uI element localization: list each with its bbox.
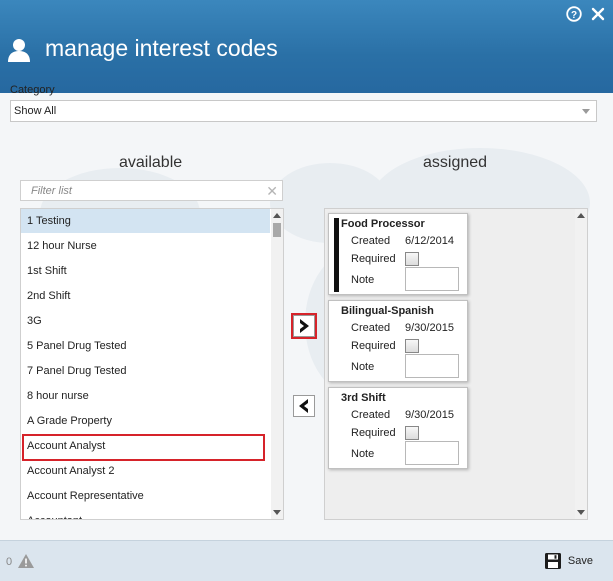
scroll-down-icon[interactable] <box>273 510 281 515</box>
assigned-card[interactable]: 3rd Shift Created 9/30/2015 Required Not… <box>328 387 468 469</box>
required-checkbox[interactable] <box>405 426 419 440</box>
category-selected-value: Show All <box>14 105 57 117</box>
note-input[interactable] <box>405 267 459 291</box>
list-item[interactable]: 8 hour nurse <box>21 384 270 408</box>
created-date: 9/30/2015 <box>405 322 454 334</box>
created-label: Created <box>351 322 391 334</box>
required-label: Required <box>351 427 396 439</box>
dialog-footer: 0 Save <box>0 540 613 581</box>
scroll-up-icon[interactable] <box>273 213 281 218</box>
list-item[interactable]: 2nd Shift <box>21 284 270 308</box>
list-item[interactable]: Account Analyst <box>21 434 270 458</box>
svg-text:?: ? <box>571 10 577 21</box>
card-accent-bar <box>334 218 339 292</box>
user-icon <box>6 37 32 63</box>
list-item[interactable]: Account Representative <box>21 484 270 508</box>
chevron-right-icon <box>300 319 309 333</box>
dialog-header: ? manage interest codes <box>0 0 613 93</box>
list-item[interactable]: 7 Panel Drug Tested <box>21 359 270 383</box>
add-to-assigned-button[interactable] <box>293 315 315 337</box>
chevron-left-icon <box>299 399 308 413</box>
required-label: Required <box>351 340 396 352</box>
note-input[interactable] <box>405 441 459 465</box>
card-title: Bilingual-Spanish <box>341 305 434 317</box>
created-label: Created <box>351 409 391 421</box>
filter-input[interactable]: Filter list ✕ <box>20 180 283 201</box>
required-checkbox[interactable] <box>405 252 419 266</box>
list-item[interactable]: 3G <box>21 309 270 333</box>
assigned-list[interactable]: Food Processor Created 6/12/2014 Require… <box>324 208 588 520</box>
category-select[interactable]: Show All <box>10 100 597 122</box>
available-heading: available <box>119 154 183 171</box>
chevron-down-icon <box>582 109 590 114</box>
list-item[interactable]: 12 hour Nurse <box>21 234 270 258</box>
available-list[interactable]: 1 Testing 12 hour Nurse 1st Shift 2nd Sh… <box>20 208 284 520</box>
clear-filter-icon[interactable]: ✕ <box>266 183 278 200</box>
card-title: 3rd Shift <box>341 392 386 404</box>
note-label: Note <box>351 448 375 460</box>
scroll-up-icon[interactable] <box>577 213 585 218</box>
assigned-heading: assigned <box>423 154 488 171</box>
scroll-thumb[interactable] <box>273 223 281 237</box>
available-scrollbar[interactable] <box>271 209 283 519</box>
save-button[interactable]: Save <box>544 552 593 570</box>
note-input[interactable] <box>405 354 459 378</box>
warning-count: 0 <box>6 556 13 568</box>
remove-from-assigned-button[interactable] <box>293 395 315 417</box>
list-item[interactable]: Account Analyst 2 <box>21 459 270 483</box>
save-label: Save <box>567 555 593 567</box>
assigned-scrollbar[interactable] <box>575 209 587 519</box>
filter-placeholder: Filter list <box>31 185 72 197</box>
note-label: Note <box>351 274 375 286</box>
assigned-card[interactable]: Food Processor Created 6/12/2014 Require… <box>328 213 468 295</box>
header-actions: ? <box>565 5 607 23</box>
required-label: Required <box>351 253 396 265</box>
close-icon[interactable] <box>589 5 607 23</box>
list-item[interactable]: 1 Testing <box>21 209 270 233</box>
card-title: Food Processor <box>341 218 425 230</box>
note-label: Note <box>351 361 375 373</box>
list-item[interactable]: Accountant <box>21 509 270 519</box>
category-label: Category <box>10 84 55 96</box>
help-icon[interactable]: ? <box>565 5 583 23</box>
required-checkbox[interactable] <box>405 339 419 353</box>
list-item[interactable]: 5 Panel Drug Tested <box>21 334 270 358</box>
assigned-card[interactable]: Bilingual-Spanish Created 9/30/2015 Requ… <box>328 300 468 382</box>
list-item[interactable]: A Grade Property <box>21 409 270 433</box>
list-item[interactable]: 1st Shift <box>21 259 270 283</box>
scroll-down-icon[interactable] <box>577 510 585 515</box>
created-date: 9/30/2015 <box>405 409 454 421</box>
dialog-title: manage interest codes <box>45 35 278 61</box>
created-date: 6/12/2014 <box>405 235 454 247</box>
floppy-disk-icon <box>544 553 561 569</box>
warning-icon[interactable] <box>17 553 35 569</box>
created-label: Created <box>351 235 391 247</box>
